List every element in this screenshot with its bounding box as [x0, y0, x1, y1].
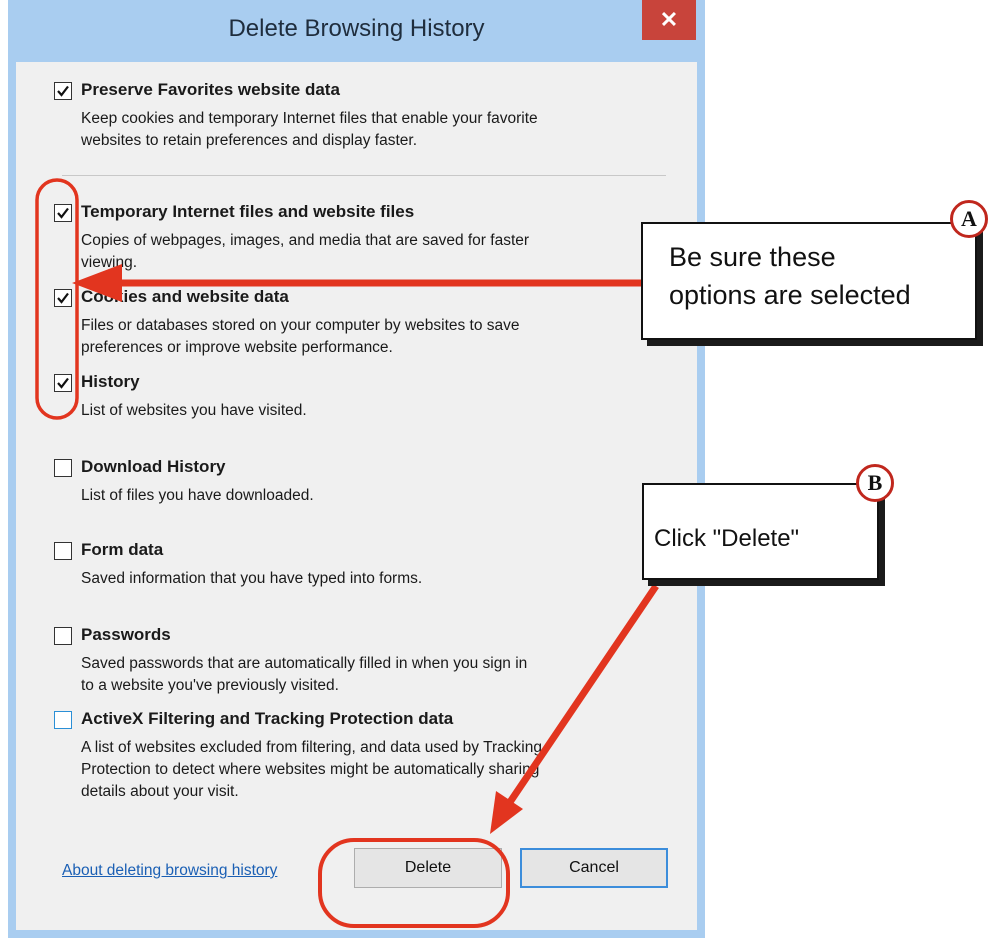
option-title: Download History [81, 457, 226, 476]
option-description-line: to a website you've previously visited. [81, 677, 339, 694]
option-description-line: websites to retain preferences and displ… [81, 132, 418, 149]
option-description-line: A list of websites excluded from filteri… [81, 739, 542, 756]
callout-b: Click "Delete" [642, 483, 879, 580]
option-description: Keep cookies and temporary Internet file… [81, 108, 661, 152]
delete-browsing-history-dialog: Delete Browsing History ✕ Preserve Favor… [8, 0, 705, 938]
checkbox-download-history[interactable] [54, 459, 72, 477]
option-description: Files or databases stored on your comput… [81, 315, 661, 359]
option-title: Passwords [81, 625, 171, 644]
option-description-line: List of files you have downloaded. [81, 487, 314, 504]
callout-a-text-line2: options are selected [669, 280, 911, 310]
about-deleting-link[interactable]: About deleting browsing history [62, 862, 277, 880]
callout-a: Be sure these options are selected [641, 222, 977, 340]
checkmark-icon [57, 292, 69, 304]
title-bar[interactable]: Delete Browsing History ✕ [8, 0, 705, 62]
checkbox-temporary-internet-files[interactable] [54, 204, 72, 222]
option-description-line: details about your visit. [81, 783, 239, 800]
checkbox-preserve-favorites[interactable] [54, 82, 72, 100]
option-description-line: viewing. [81, 254, 137, 271]
badge-b: B [856, 464, 894, 502]
option-title: History [81, 372, 140, 391]
dialog-title: Delete Browsing History [228, 15, 485, 42]
option-description-line: Copies of webpages, images, and media th… [81, 232, 530, 249]
checkbox-passwords[interactable] [54, 627, 72, 645]
close-button[interactable]: ✕ [642, 0, 696, 40]
option-description-line: Keep cookies and temporary Internet file… [81, 110, 538, 127]
option-description-line: Saved information that you have typed in… [81, 570, 423, 587]
option-description-line: List of websites you have visited. [81, 402, 307, 419]
option-description: Copies of webpages, images, and media th… [81, 230, 661, 274]
option-title: ActiveX Filtering and Tracking Protectio… [81, 709, 454, 728]
option-description: Saved information that you have typed in… [81, 568, 661, 590]
option-title: Form data [81, 540, 164, 559]
option-description: List of websites you have visited. [81, 400, 661, 422]
option-description-line: Files or databases stored on your comput… [81, 317, 520, 334]
option-description-line: Saved passwords that are automatically f… [81, 655, 528, 672]
option-title: Cookies and website data [81, 287, 289, 306]
divider [62, 175, 666, 176]
checkbox-history[interactable] [54, 374, 72, 392]
option-description-line: Protection to detect where websites migh… [81, 761, 540, 778]
dialog-body: Preserve Favorites website data Keep coo… [16, 62, 697, 930]
checkbox-form-data[interactable] [54, 542, 72, 560]
delete-button[interactable]: Delete [354, 848, 502, 888]
checkmark-icon [57, 85, 69, 97]
badge-a: A [950, 200, 988, 238]
checkmark-icon [57, 207, 69, 219]
checkbox-cookies[interactable] [54, 289, 72, 307]
option-description: Saved passwords that are automatically f… [81, 653, 661, 697]
close-icon: ✕ [659, 7, 679, 32]
cancel-button[interactable]: Cancel [520, 848, 668, 888]
option-description: List of files you have downloaded. [81, 485, 661, 507]
callout-a-text-line1: Be sure these [669, 242, 836, 272]
option-description: A list of websites excluded from filteri… [81, 737, 661, 803]
option-title: Temporary Internet files and website fil… [81, 202, 415, 221]
option-title: Preserve Favorites website data [81, 80, 340, 99]
option-description-line: preferences or improve website performan… [81, 339, 393, 356]
checkbox-activex-filtering[interactable] [54, 711, 72, 729]
callout-b-text: Click "Delete" [654, 525, 800, 552]
checkmark-icon [57, 377, 69, 389]
